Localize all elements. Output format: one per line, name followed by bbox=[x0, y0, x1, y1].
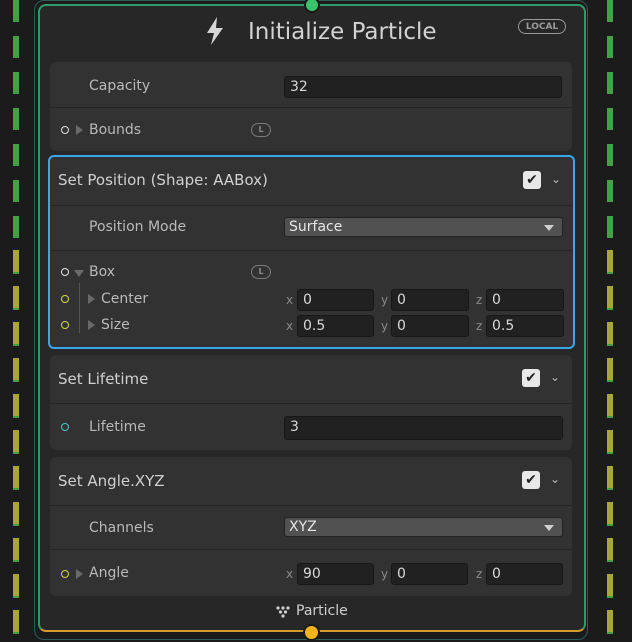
lifetime-field[interactable]: 3 bbox=[284, 416, 563, 440]
checkmark-icon: ✔ bbox=[525, 472, 537, 488]
size-label: Size bbox=[101, 317, 130, 333]
expand-arrow-icon[interactable] bbox=[76, 125, 83, 135]
chevron-down-icon[interactable]: ⌄ bbox=[551, 172, 561, 186]
footer-label: Particle bbox=[296, 603, 348, 619]
lifetime-input-port[interactable] bbox=[61, 423, 69, 431]
flow-output-port[interactable] bbox=[303, 624, 320, 641]
position-mode-label: Position Mode bbox=[89, 219, 187, 235]
chevron-down-icon[interactable]: ⌄ bbox=[550, 370, 560, 384]
expand-arrow-icon[interactable] bbox=[76, 569, 83, 579]
angle-x-field[interactable]: 90 bbox=[297, 563, 374, 585]
local-space-badge[interactable]: LOCAL bbox=[518, 19, 566, 34]
channels-dropdown[interactable]: XYZ bbox=[284, 517, 563, 537]
enable-checkbox[interactable]: ✔ bbox=[523, 171, 541, 189]
axis-z-label: z bbox=[476, 567, 483, 581]
center-input-port[interactable] bbox=[61, 295, 69, 303]
axis-x-label: x bbox=[286, 567, 294, 581]
position-mode-value: Surface bbox=[289, 219, 343, 235]
axis-x-label: x bbox=[286, 319, 294, 333]
box-input-port[interactable] bbox=[61, 268, 69, 276]
particle-system-icon bbox=[276, 606, 290, 618]
center-x-field[interactable]: 0 bbox=[297, 289, 374, 311]
position-mode-dropdown[interactable]: Surface bbox=[284, 217, 563, 237]
chevron-down-icon[interactable]: ⌄ bbox=[550, 472, 560, 486]
set-position-title: Set Position (Shape: AABox) bbox=[58, 171, 268, 189]
angle-z-field[interactable]: 0 bbox=[486, 563, 563, 585]
expand-arrow-icon[interactable] bbox=[88, 320, 95, 330]
dropdown-arrow-icon bbox=[544, 225, 554, 231]
set-lifetime-header[interactable]: Set Lifetime ✔ ⌄ bbox=[50, 355, 572, 404]
axis-x-label: x bbox=[286, 293, 294, 307]
axis-y-label: y bbox=[381, 567, 389, 581]
checkmark-icon: ✔ bbox=[525, 370, 537, 386]
set-angle-header[interactable]: Set Angle.XYZ ✔ ⌄ bbox=[50, 457, 572, 506]
axis-z-label: z bbox=[476, 319, 483, 333]
angle-label: Angle bbox=[89, 565, 129, 581]
set-lifetime-block[interactable]: Set Lifetime ✔ ⌄ Lifetime 3 bbox=[50, 355, 572, 450]
size-y-field[interactable]: 0 bbox=[391, 315, 469, 337]
set-position-header[interactable]: Set Position (Shape: AABox) ✔ ⌄ bbox=[50, 157, 573, 206]
dropdown-arrow-icon bbox=[544, 525, 554, 531]
size-input-port[interactable] bbox=[61, 321, 69, 329]
local-badge-l[interactable]: L bbox=[251, 123, 271, 137]
center-z-field[interactable]: 0 bbox=[486, 289, 564, 311]
axis-y-label: y bbox=[381, 319, 389, 333]
flow-connector-right-lower bbox=[607, 250, 613, 642]
node-title: Initialize Particle bbox=[248, 19, 437, 45]
axis-y-label: y bbox=[381, 293, 389, 307]
checkmark-icon: ✔ bbox=[526, 172, 538, 188]
axis-z-label: z bbox=[476, 293, 483, 307]
channels-label: Channels bbox=[89, 520, 154, 536]
enable-checkbox[interactable]: ✔ bbox=[522, 369, 540, 387]
collapse-arrow-icon[interactable] bbox=[74, 270, 84, 277]
set-angle-title: Set Angle.XYZ bbox=[58, 472, 165, 490]
flow-connector-left-lower bbox=[13, 250, 19, 642]
properties-block: Capacity 32 Bounds L bbox=[50, 62, 572, 151]
set-angle-block[interactable]: Set Angle.XYZ ✔ ⌄ Channels XYZ Angle x 9… bbox=[50, 457, 572, 596]
enable-checkbox[interactable]: ✔ bbox=[522, 471, 540, 489]
center-label: Center bbox=[101, 291, 149, 307]
capacity-field[interactable]: 32 bbox=[284, 76, 562, 98]
expand-arrow-icon[interactable] bbox=[88, 294, 95, 304]
bounds-label: Bounds bbox=[89, 122, 142, 138]
angle-input-port[interactable] bbox=[61, 570, 69, 578]
capacity-label: Capacity bbox=[89, 78, 151, 94]
bounds-input-port[interactable] bbox=[61, 126, 69, 134]
center-y-field[interactable]: 0 bbox=[391, 289, 469, 311]
local-badge-l[interactable]: L bbox=[251, 265, 271, 279]
lifetime-label: Lifetime bbox=[89, 419, 146, 435]
set-position-block[interactable]: Set Position (Shape: AABox) ✔ ⌄ Position… bbox=[48, 155, 575, 349]
angle-y-field[interactable]: 0 bbox=[391, 563, 468, 585]
size-x-field[interactable]: 0.5 bbox=[297, 315, 374, 337]
channels-value: XYZ bbox=[289, 519, 317, 535]
box-label: Box bbox=[89, 264, 116, 280]
set-lifetime-title: Set Lifetime bbox=[58, 370, 149, 388]
size-z-field[interactable]: 0.5 bbox=[486, 315, 564, 337]
lightning-bolt-icon bbox=[207, 17, 223, 45]
